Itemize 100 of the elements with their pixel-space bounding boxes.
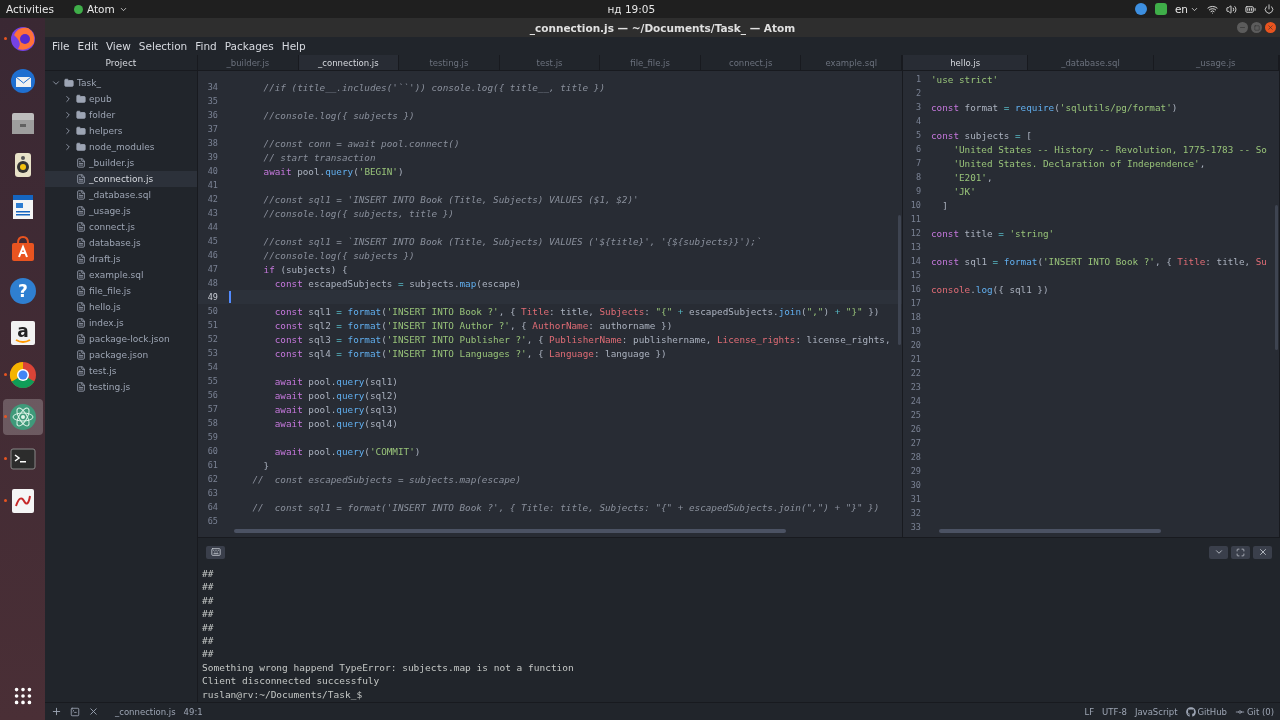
clock[interactable]: нд 19:05 — [607, 3, 656, 15]
tree-item[interactable]: _builder.js — [45, 155, 197, 171]
terminal-line: ## — [202, 621, 215, 635]
tree-item-label[interactable]: _usage.js — [89, 206, 131, 216]
tree-item[interactable]: epub — [45, 91, 197, 107]
tree-item[interactable]: hello.js — [45, 299, 197, 315]
tree-item[interactable]: database.js — [45, 235, 197, 251]
tree-item-label[interactable]: epub — [89, 94, 112, 104]
line-number: 51 — [206, 320, 218, 330]
tree-item-label[interactable]: connect.js — [89, 222, 135, 232]
tree-item-label[interactable]: folder — [89, 110, 116, 120]
tree-header[interactable]: Project — [105, 57, 137, 68]
tree-item-label[interactable]: testing.js — [89, 382, 131, 392]
line-number: 43 — [206, 208, 218, 218]
tree-item[interactable]: index.js — [45, 315, 197, 331]
scrollbar-thumb[interactable] — [939, 529, 1161, 533]
tree-item-label[interactable]: index.js — [89, 318, 124, 328]
line-number: 25 — [909, 410, 921, 420]
tree-item-label[interactable]: test.js — [89, 366, 117, 376]
tree-item-label[interactable]: _connection.js — [89, 174, 154, 184]
tree-item-label[interactable]: file_file.js — [89, 286, 131, 296]
close-icon[interactable] — [88, 706, 99, 717]
terminal-icon[interactable] — [70, 706, 80, 717]
check-icon[interactable] — [1154, 3, 1167, 15]
tree-item[interactable]: _connection.js — [45, 171, 197, 187]
line-ending[interactable]: LF — [1084, 706, 1095, 717]
power-icon[interactable] — [1264, 4, 1274, 14]
menu-item[interactable]: Find — [191, 37, 221, 55]
chevron-down-icon[interactable] — [1213, 547, 1224, 557]
github-label[interactable]: GitHub — [1197, 706, 1227, 717]
tree-item-label[interactable]: _database.sql — [89, 190, 151, 200]
line-number: 35 — [206, 96, 218, 106]
battery-icon[interactable] — [1245, 3, 1256, 15]
volume-icon[interactable] — [1226, 3, 1237, 15]
tree-item[interactable]: package-lock.json — [45, 331, 197, 347]
code-line: const sql1 = format('INSERT INTO Book ?', { Title: title, Subjects: "{" + escapedSubjects.join(",") + "}" }) — [273, 305, 880, 317]
menu-item[interactable]: Edit — [73, 37, 102, 55]
maximize-button[interactable] — [1231, 545, 1250, 559]
app-menu[interactable]: Atom — [86, 3, 115, 15]
git-label[interactable]: Git (0) — [1246, 706, 1274, 717]
menu-item[interactable]: File — [48, 37, 74, 55]
tree-item[interactable]: Task_ — [45, 75, 197, 91]
line-number: 65 — [206, 516, 218, 526]
file-path[interactable]: _connection.js — [115, 706, 176, 717]
git-button[interactable]: Git (0) — [1234, 706, 1274, 717]
line-number: 16 — [909, 284, 921, 294]
file-tab[interactable]: hello.js — [903, 55, 1029, 70]
file-icon — [76, 206, 86, 216]
tree-item[interactable]: _database.sql — [45, 187, 197, 203]
scrollbar-thumb[interactable] — [234, 529, 786, 533]
menu-item[interactable]: View — [101, 37, 135, 55]
tree-item-label[interactable]: node_modules — [89, 142, 155, 152]
github-icon[interactable] — [1185, 706, 1196, 717]
tree-item-label[interactable]: database.js — [89, 238, 141, 248]
add-icon[interactable] — [51, 706, 62, 717]
encoding[interactable]: UTF-8 — [1102, 706, 1127, 717]
grammar[interactable]: JavaScript — [1134, 706, 1178, 717]
tree-item-label[interactable]: draft.js — [89, 254, 121, 264]
tree-item[interactable]: helpers — [45, 123, 197, 139]
tree-item-label[interactable]: example.sql — [89, 270, 144, 280]
keyboard-button[interactable] — [206, 545, 225, 559]
close-button[interactable] — [1253, 545, 1272, 559]
update-icon[interactable] — [1134, 3, 1147, 15]
tree-item[interactable]: test.js — [45, 363, 197, 379]
tree-item[interactable]: node_modules — [45, 139, 197, 155]
tree-item[interactable]: folder — [45, 107, 197, 123]
close-icon[interactable] — [1257, 547, 1268, 557]
tree-item[interactable]: file_file.js — [45, 283, 197, 299]
maximize-icon[interactable] — [1236, 547, 1245, 557]
menu-item[interactable]: Packages — [220, 37, 278, 55]
running-indicator — [3, 415, 7, 418]
tree-item[interactable]: testing.js — [45, 379, 197, 395]
menu-item[interactable]: Help — [277, 37, 310, 55]
tree-item-label[interactable]: helpers — [89, 126, 123, 136]
line-number: 3 — [914, 102, 921, 112]
tree-item-label[interactable]: Task_ — [77, 78, 101, 88]
tree-item[interactable]: example.sql — [45, 267, 197, 283]
language-indicator[interactable]: en — [1174, 3, 1188, 15]
collapse-button[interactable] — [1209, 545, 1228, 559]
tree-item[interactable]: _usage.js — [45, 203, 197, 219]
github-button[interactable]: GitHub — [1185, 706, 1227, 717]
text-cursor — [229, 291, 231, 303]
code-line: ] — [941, 199, 948, 211]
tree-item-label[interactable]: package-lock.json — [89, 334, 170, 344]
tree-item[interactable]: package.json — [45, 347, 197, 363]
tree-item-label[interactable]: package.json — [89, 350, 149, 360]
code-line: const format = require('sqlutils/pg/format') — [931, 101, 1178, 113]
tree-item[interactable]: draft.js — [45, 251, 197, 267]
activities-button[interactable]: Activities — [6, 3, 54, 15]
line-number: 57 — [206, 404, 218, 414]
terminal-line: ## — [202, 648, 215, 662]
tree-item-label[interactable]: hello.js — [89, 302, 121, 312]
menu-item[interactable]: Selection — [134, 37, 192, 55]
line-number: 38 — [206, 138, 218, 148]
keyboard-icon[interactable] — [210, 547, 221, 557]
tree-item[interactable]: connect.js — [45, 219, 197, 235]
tree-item-label[interactable]: _builder.js — [89, 158, 135, 168]
file-tab[interactable]: _connection.js — [298, 55, 400, 70]
wifi-icon[interactable] — [1207, 3, 1218, 15]
cursor-position[interactable]: 49:1 — [183, 706, 203, 717]
